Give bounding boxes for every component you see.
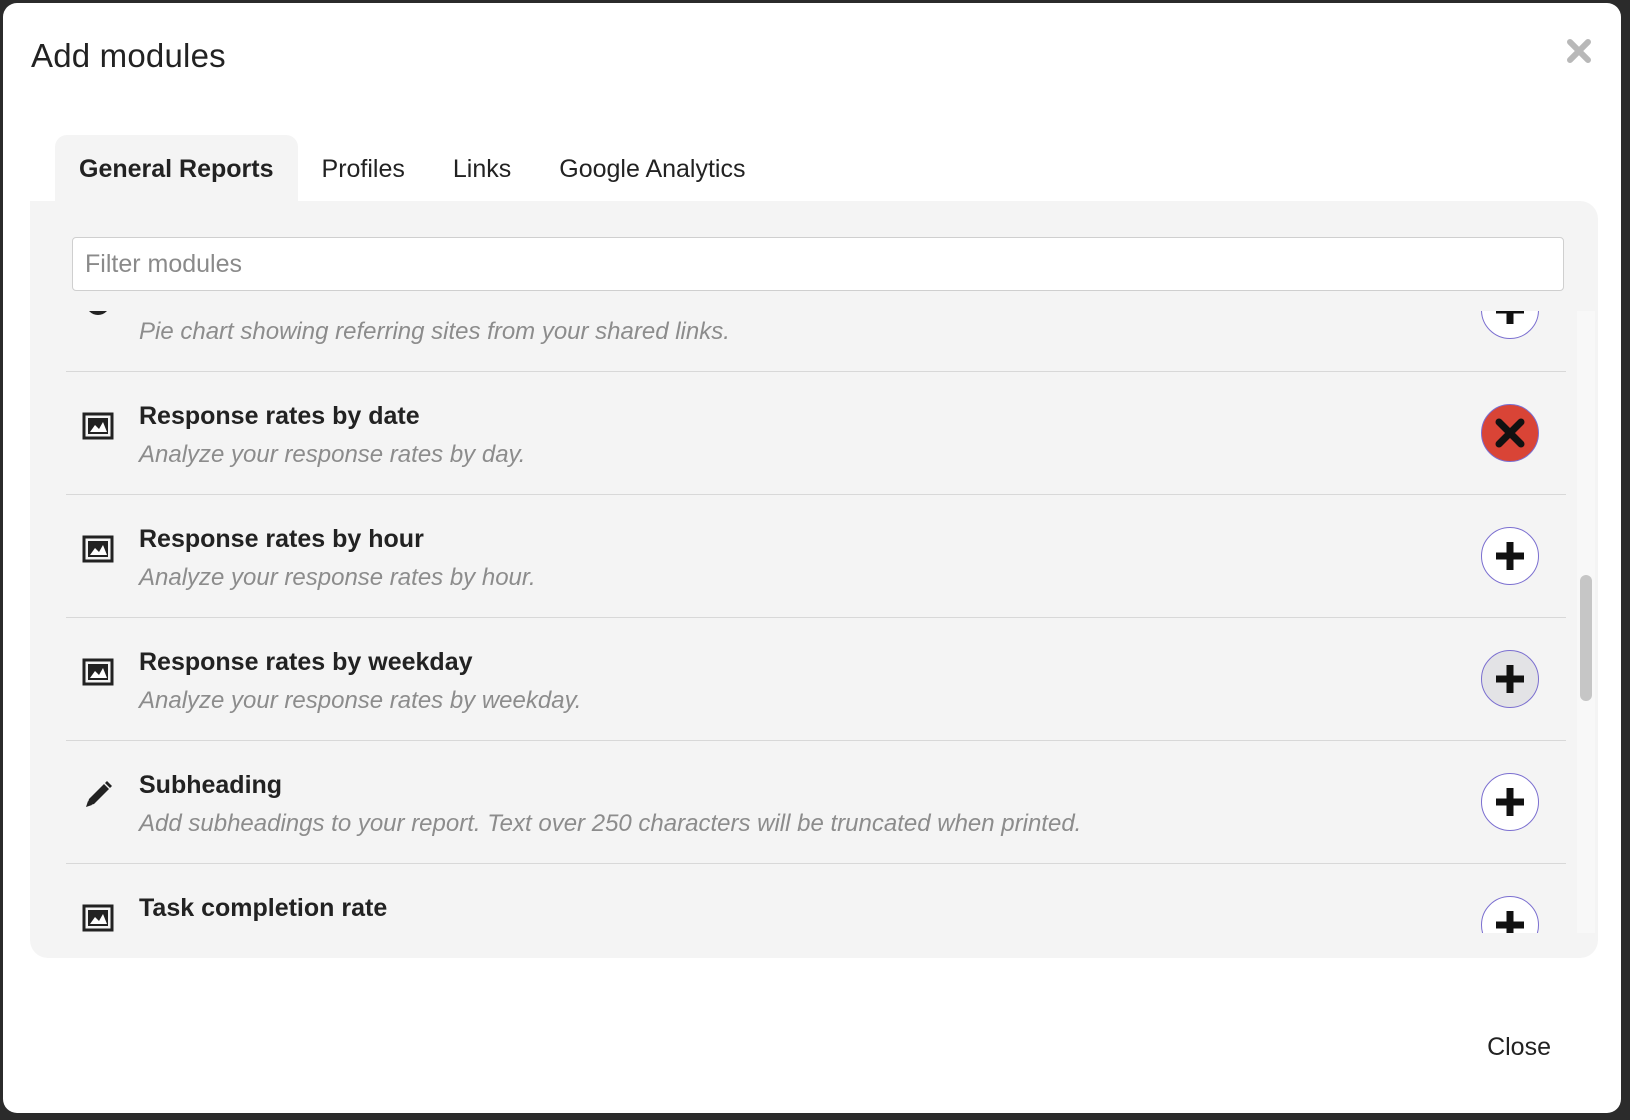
add-modules-dialog: Add modules General Reports Profiles Lin… bbox=[3, 3, 1621, 1113]
tab-profiles[interactable]: Profiles bbox=[298, 135, 429, 203]
tab-general-reports[interactable]: General Reports bbox=[55, 135, 298, 203]
plus-icon bbox=[1496, 311, 1524, 324]
list-item: Response rates by date Analyze your resp… bbox=[66, 372, 1566, 495]
dialog-title: Add modules bbox=[31, 37, 226, 74]
image-icon bbox=[82, 533, 114, 565]
close-button[interactable]: Close bbox=[1487, 1033, 1551, 1062]
module-description: Pie chart showing referring sites from y… bbox=[139, 318, 730, 345]
add-module-button[interactable] bbox=[1481, 527, 1539, 585]
list-item: Response rates by hour Analyze your resp… bbox=[66, 495, 1566, 618]
scrollbar[interactable] bbox=[1577, 311, 1595, 933]
module-title: Response rates by date bbox=[139, 402, 420, 430]
list-item: Pie chart showing referring sites from y… bbox=[66, 311, 1566, 372]
add-module-button[interactable] bbox=[1481, 650, 1539, 708]
plus-icon bbox=[1496, 788, 1524, 816]
module-description: Analyze your response rates by hour. bbox=[139, 564, 536, 591]
image-icon bbox=[82, 902, 114, 933]
plus-icon bbox=[1496, 911, 1524, 933]
pencil-icon bbox=[82, 779, 114, 811]
module-description: Analyze your response rates by weekday. bbox=[139, 687, 582, 714]
image-icon bbox=[82, 410, 114, 442]
add-module-button[interactable] bbox=[1481, 773, 1539, 831]
list-item: Task completion rate bbox=[66, 864, 1566, 933]
module-title: Subheading bbox=[139, 771, 283, 799]
add-module-button[interactable] bbox=[1481, 896, 1539, 933]
module-title: Response rates by weekday bbox=[139, 648, 473, 676]
tab-links[interactable]: Links bbox=[429, 135, 535, 203]
filter-modules-input[interactable] bbox=[72, 237, 1564, 291]
close-icon bbox=[1495, 418, 1525, 448]
pie-chart-icon bbox=[82, 311, 114, 319]
list-item: Response rates by weekday Analyze your r… bbox=[66, 618, 1566, 741]
module-title: Task completion rate bbox=[139, 894, 388, 922]
list-item: Subheading Add subheadings to your repor… bbox=[66, 741, 1566, 864]
modules-list-viewport[interactable]: Pie chart showing referring sites from y… bbox=[66, 311, 1596, 933]
module-description: Analyze your response rates by day. bbox=[139, 441, 526, 468]
module-description: Add subheadings to your report. Text ove… bbox=[139, 810, 1082, 837]
remove-module-button[interactable] bbox=[1481, 404, 1539, 462]
modules-panel: Pie chart showing referring sites from y… bbox=[30, 201, 1598, 958]
modules-list: Pie chart showing referring sites from y… bbox=[66, 311, 1566, 933]
scrollbar-thumb[interactable] bbox=[1580, 575, 1592, 701]
plus-icon bbox=[1496, 542, 1524, 570]
close-icon[interactable] bbox=[1559, 31, 1599, 71]
plus-icon bbox=[1496, 665, 1524, 693]
add-module-button[interactable] bbox=[1481, 311, 1539, 339]
tab-google-analytics[interactable]: Google Analytics bbox=[535, 135, 769, 203]
image-icon bbox=[82, 656, 114, 688]
tab-bar: General Reports Profiles Links Google An… bbox=[55, 135, 769, 203]
module-title: Response rates by hour bbox=[139, 525, 424, 553]
